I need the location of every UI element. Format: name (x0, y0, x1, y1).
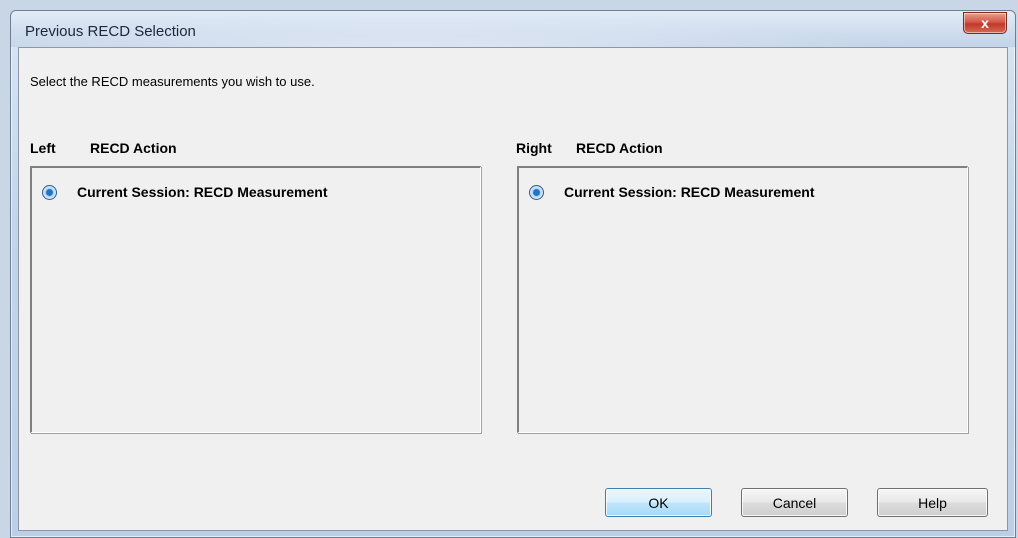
left-action-label: RECD Action (90, 140, 177, 156)
dialog-content: Select the RECD measurements you wish to… (18, 47, 1008, 531)
title-bar[interactable]: Previous RECD Selection x (11, 11, 1015, 47)
dialog-window: Previous RECD Selection x Select the REC… (10, 10, 1016, 538)
left-option-current-session[interactable]: Current Session: RECD Measurement (42, 184, 328, 200)
left-recd-list[interactable]: Current Session: RECD Measurement (30, 166, 481, 433)
right-side-label: Right (516, 140, 552, 156)
right-radio-selected-icon[interactable] (529, 184, 544, 200)
left-side-label: Left (30, 140, 56, 156)
instruction-text: Select the RECD measurements you wish to… (30, 74, 315, 89)
right-action-label: RECD Action (576, 140, 663, 156)
right-option-label: Current Session: RECD Measurement (564, 184, 815, 200)
cancel-button[interactable]: Cancel (741, 488, 848, 517)
right-option-current-session[interactable]: Current Session: RECD Measurement (529, 184, 815, 200)
close-button[interactable]: x (963, 12, 1007, 34)
help-button[interactable]: Help (877, 488, 988, 517)
ok-button[interactable]: OK (605, 488, 712, 517)
right-recd-list[interactable]: Current Session: RECD Measurement (517, 166, 968, 433)
left-group-header: Left RECD Action (30, 140, 177, 156)
right-group-header: Right RECD Action (516, 140, 663, 156)
window-title: Previous RECD Selection (25, 23, 196, 40)
left-radio-selected-icon[interactable] (42, 184, 57, 200)
left-option-label: Current Session: RECD Measurement (77, 184, 328, 200)
close-icon: x (981, 15, 989, 31)
